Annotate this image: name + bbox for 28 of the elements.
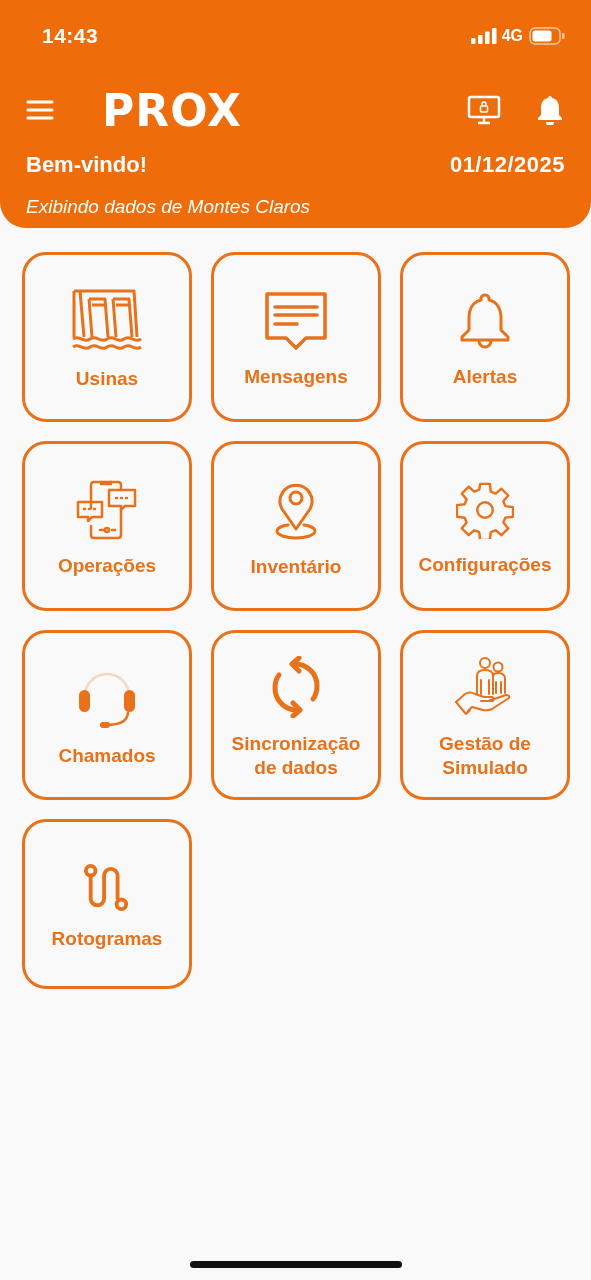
menu-tile[interactable]: Usinas: [22, 252, 192, 422]
menu-tile[interactable]: Rotogramas: [22, 819, 192, 989]
battery-icon: [529, 27, 565, 45]
dam-icon: [71, 289, 143, 353]
menu-tile[interactable]: Mensagens: [211, 252, 381, 422]
greeting: Bem-vindo!: [26, 152, 147, 178]
signal-icon: [470, 28, 497, 44]
location-subtitle: Exibindo dados de Montes Claros: [26, 196, 312, 218]
menu-tile[interactable]: Chamados: [22, 630, 192, 800]
menu-tile[interactable]: Inventário: [211, 441, 381, 611]
notification-bell-icon[interactable]: [537, 95, 563, 125]
logo: PROX: [102, 84, 242, 136]
sync-icon: [271, 656, 321, 718]
bell-icon: [459, 291, 511, 351]
menu-tile[interactable]: Configurações: [400, 441, 570, 611]
menu-tile[interactable]: Sincronização de dados: [211, 630, 381, 800]
settings-icon: [456, 481, 514, 539]
menu-tile[interactable]: Gestão de Simulado: [400, 630, 570, 800]
status-time: 14:43: [42, 24, 99, 48]
message-icon: [263, 291, 329, 351]
date: 01/12/2025: [449, 152, 565, 178]
network-type: 4G: [501, 27, 523, 45]
phone-chat-icon: [76, 480, 138, 540]
menu-tile[interactable]: Alertas: [400, 252, 570, 422]
monitor-lock-icon[interactable]: [467, 95, 501, 125]
menu-icon[interactable]: [26, 100, 54, 120]
menu-tile[interactable]: Operações: [22, 441, 192, 611]
route-icon: [83, 863, 131, 913]
